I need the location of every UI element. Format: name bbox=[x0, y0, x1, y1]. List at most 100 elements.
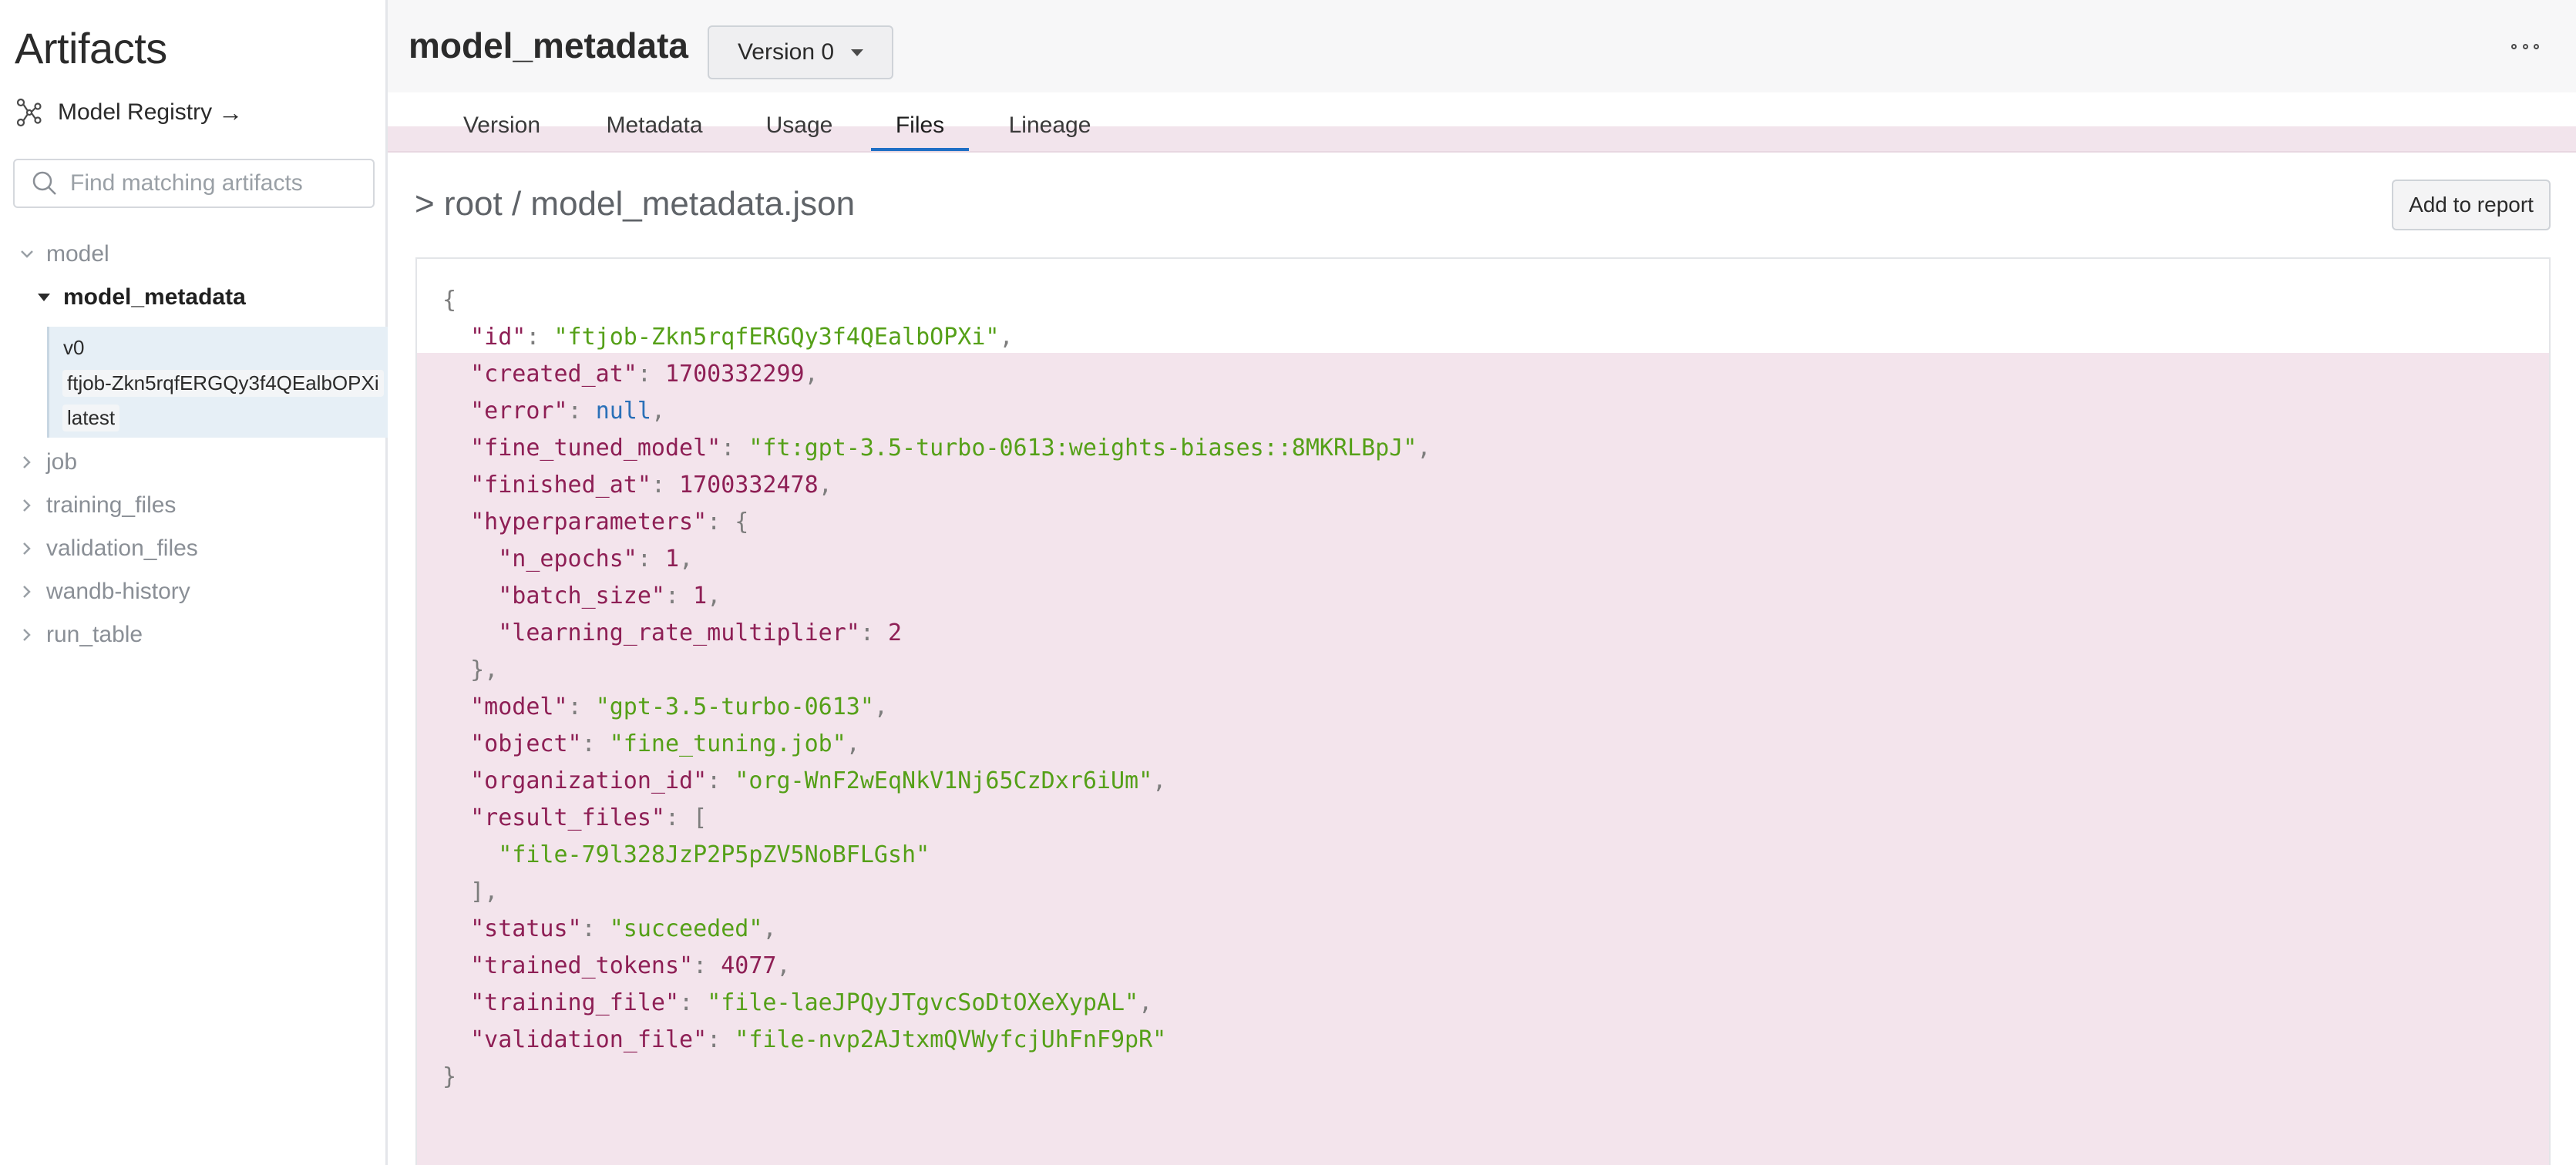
chevron-right-icon bbox=[17, 539, 37, 559]
json-key: "learning_rate_multiplier" bbox=[498, 619, 860, 646]
json-string-value: "file-laeJPQyJTgvcSoDtOXeXypAL" bbox=[707, 989, 1139, 1016]
json-comma: , bbox=[762, 915, 777, 942]
tree-item-run-table[interactable]: run_table bbox=[17, 616, 143, 654]
json-key: "trained_tokens" bbox=[470, 952, 694, 979]
model-registry-label: Model Registry bbox=[58, 99, 213, 125]
json-comma: , bbox=[484, 878, 499, 905]
json-bracket: ] bbox=[470, 878, 485, 905]
tree-item-model[interactable]: model bbox=[17, 235, 109, 274]
caret-down-icon bbox=[851, 49, 864, 56]
json-comma: , bbox=[1417, 435, 1431, 462]
json-key: "result_files" bbox=[470, 804, 665, 831]
json-key: "object" bbox=[470, 730, 582, 757]
file-breadcrumb: > root / model_metadata.json bbox=[415, 185, 856, 223]
sidebar-title: Artifacts bbox=[15, 24, 167, 72]
tab-files[interactable]: Files bbox=[871, 108, 969, 143]
chevron-down-icon bbox=[17, 244, 37, 264]
json-colon: : bbox=[859, 619, 888, 646]
artifact-search-box[interactable] bbox=[13, 159, 375, 208]
json-key: "batch_size" bbox=[498, 582, 665, 609]
tab-version[interactable]: Version bbox=[447, 108, 557, 143]
json-key: "created_at" bbox=[470, 361, 637, 388]
tree-item-validation-files[interactable]: validation_files bbox=[17, 529, 198, 568]
json-colon: : bbox=[637, 361, 665, 388]
version-label: v0 bbox=[63, 336, 85, 359]
json-comma: , bbox=[873, 693, 888, 720]
tree-item-label: run_table bbox=[46, 622, 143, 647]
json-comma: , bbox=[484, 656, 499, 683]
json-key: "id" bbox=[470, 324, 526, 351]
version-dropdown[interactable]: Version 0 bbox=[708, 25, 893, 79]
json-brace: } bbox=[470, 656, 485, 683]
json-comma: , bbox=[776, 952, 791, 979]
add-to-report-button[interactable]: Add to report bbox=[2392, 180, 2551, 230]
search-icon bbox=[32, 171, 56, 195]
artifacts-sidebar: Artifacts Model Registry → Find matching… bbox=[0, 0, 388, 1165]
json-number-value: 2 bbox=[887, 619, 903, 646]
json-brace: { bbox=[442, 287, 457, 314]
tree-item-label: wandb-history bbox=[46, 579, 190, 604]
json-colon: : bbox=[567, 398, 596, 425]
ellipsis-icon[interactable] bbox=[2511, 37, 2539, 55]
json-viewer: { "id": "ftjob-Zkn5rqfERGQy3f4QEalbOPXi"… bbox=[415, 257, 2551, 1165]
chevron-right-icon bbox=[17, 495, 37, 515]
artifact-header: model_metadata Version 0 bbox=[388, 0, 2576, 92]
json-colon: : bbox=[526, 324, 554, 351]
json-colon: : bbox=[679, 989, 708, 1016]
tree-item-training-files[interactable]: training_files bbox=[17, 486, 176, 525]
tab-usage[interactable]: Usage bbox=[753, 108, 846, 143]
json-colon: : bbox=[581, 915, 610, 942]
json-bracket: [ bbox=[693, 804, 708, 831]
json-number-value: 1700332478 bbox=[679, 472, 819, 499]
tab-metadata[interactable]: Metadata bbox=[594, 108, 715, 143]
model-registry-link[interactable]: Model Registry → bbox=[15, 94, 243, 131]
json-colon: : bbox=[707, 509, 735, 535]
json-colon: : bbox=[707, 1026, 735, 1053]
tree-item-label: validation_files bbox=[46, 535, 198, 561]
json-number-value: 1700332299 bbox=[665, 361, 805, 388]
json-colon: : bbox=[637, 546, 665, 572]
chevron-right-icon bbox=[17, 582, 37, 602]
tree-item-label: job bbox=[46, 449, 78, 475]
json-colon: : bbox=[721, 435, 749, 462]
version-dropdown-label: Version 0 bbox=[737, 39, 835, 65]
tree-item-job[interactable]: job bbox=[17, 443, 77, 482]
json-string-value: "fine_tuning.job" bbox=[609, 730, 846, 757]
tree-item-wandb-history[interactable]: wandb-history bbox=[17, 572, 190, 611]
json-key: "status" bbox=[470, 915, 582, 942]
json-comma: , bbox=[818, 472, 832, 499]
json-comma: , bbox=[846, 730, 860, 757]
json-string-value: "gpt-3.5-turbo-0613" bbox=[595, 693, 874, 720]
json-comma: , bbox=[679, 546, 694, 572]
json-colon: : bbox=[707, 767, 735, 794]
json-colon: : bbox=[567, 693, 596, 720]
json-key: "validation_file" bbox=[470, 1026, 708, 1053]
json-string-value: "file-nvp2AJtxmQVWyfcjUhFnF9pR" bbox=[735, 1026, 1167, 1053]
json-comma: , bbox=[999, 324, 1014, 351]
json-key: "fine_tuned_model" bbox=[470, 435, 721, 462]
json-string-value: "ft:gpt-3.5-turbo-0613:weights-biases::8… bbox=[748, 435, 1417, 462]
json-number-value: 1 bbox=[665, 546, 680, 572]
alias-chip: ftjob-Zkn5rqfERGQy3f4QEalbOPXi bbox=[62, 370, 384, 397]
json-colon: : bbox=[651, 472, 680, 499]
page-title: model_metadata bbox=[409, 25, 689, 65]
json-key: "model" bbox=[470, 693, 568, 720]
json-comma: , bbox=[804, 361, 819, 388]
json-string-value: "file-79l328JzP2P5pZV5NoBFLGsh" bbox=[498, 841, 930, 868]
chevron-right-icon bbox=[17, 625, 37, 645]
json-colon: : bbox=[581, 730, 610, 757]
json-brace: } bbox=[442, 1063, 457, 1090]
tree-item-label: training_files bbox=[46, 492, 177, 518]
tab-lineage[interactable]: Lineage bbox=[996, 108, 1104, 143]
alias-chip: latest bbox=[62, 405, 120, 431]
tree-item-model-metadata[interactable]: model_metadata bbox=[34, 278, 246, 317]
tree-item-label: model bbox=[46, 241, 109, 267]
search-input[interactable] bbox=[69, 170, 372, 197]
json-colon: : bbox=[665, 582, 694, 609]
model-registry-icon bbox=[15, 97, 45, 128]
caret-down-icon bbox=[34, 287, 54, 307]
json-string-value: "succeeded" bbox=[609, 915, 763, 942]
json-colon: : bbox=[693, 952, 721, 979]
json-comma: , bbox=[707, 582, 721, 609]
version-v0-item[interactable]: v0 ftjob-Zkn5rqfERGQy3f4QEalbOPXi latest bbox=[47, 327, 388, 438]
